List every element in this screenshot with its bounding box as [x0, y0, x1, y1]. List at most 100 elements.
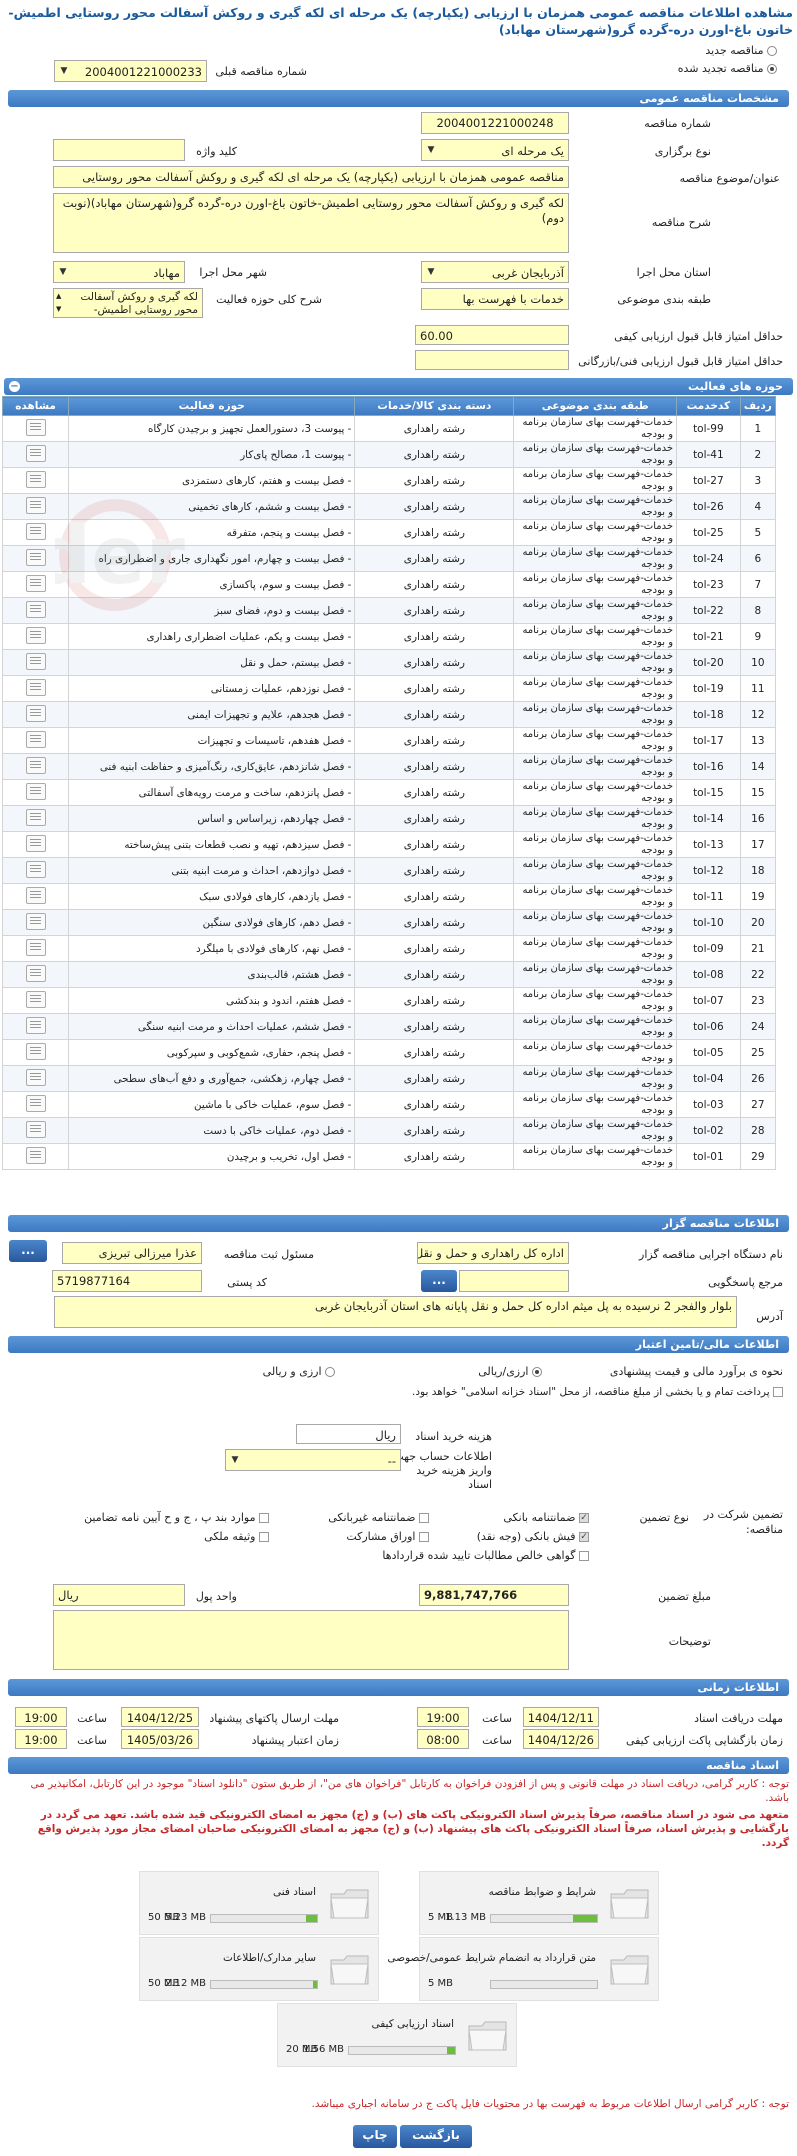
g6-check[interactable]: وثیقه ملکی	[204, 1530, 269, 1543]
view-document-icon[interactable]	[25, 730, 46, 748]
checkbox[interactable]	[259, 1532, 269, 1542]
province-select[interactable]: آذربایجان غربی ▼	[421, 261, 569, 283]
view-document-icon[interactable]	[25, 496, 46, 514]
row-view[interactable]	[1, 1039, 70, 1066]
row-view[interactable]	[1, 415, 70, 442]
print-button[interactable]: چاپ	[353, 2125, 397, 2148]
row-view[interactable]	[1, 545, 70, 572]
row-view[interactable]	[1, 961, 70, 988]
g1-check[interactable]: ضمانتنامه بانکی	[503, 1511, 589, 1524]
view-document-icon[interactable]	[25, 1068, 46, 1086]
view-document-icon[interactable]	[25, 1094, 46, 1112]
row-view[interactable]	[1, 571, 70, 598]
collapse-icon[interactable]: −	[9, 381, 20, 392]
view-document-icon[interactable]	[25, 1042, 46, 1060]
view-document-icon[interactable]	[25, 522, 46, 540]
view-document-icon[interactable]	[25, 886, 46, 904]
checkbox[interactable]	[579, 1551, 589, 1561]
upload-box[interactable]: شرایط و ضوابط مناقصه 1.13 MB 5 MB	[419, 1871, 659, 1935]
checkbox[interactable]	[579, 1513, 589, 1523]
checkbox[interactable]	[419, 1513, 429, 1523]
view-document-icon[interactable]	[25, 626, 46, 644]
view-document-icon[interactable]	[25, 990, 46, 1008]
account-select[interactable]: -- ▼	[225, 1449, 401, 1471]
view-document-icon[interactable]	[25, 860, 46, 878]
row-view[interactable]	[1, 753, 70, 780]
back-button[interactable]: بازگشت	[400, 2125, 472, 2148]
ref-more-button[interactable]: ...	[421, 1270, 457, 1292]
city-select[interactable]: مهاباد ▼	[53, 261, 185, 283]
view-document-icon[interactable]	[25, 756, 46, 774]
view-document-icon[interactable]	[25, 574, 46, 592]
view-document-icon[interactable]	[25, 678, 46, 696]
upload-box[interactable]: اسناد ارزیابی کیفی 1.56 MB 20 MB	[277, 2003, 517, 2067]
row-view[interactable]	[1, 883, 70, 910]
resp-more-button[interactable]: ...	[9, 1240, 47, 1262]
row-view[interactable]	[1, 519, 70, 546]
view-document-icon[interactable]	[25, 912, 46, 930]
view-document-icon[interactable]	[25, 834, 46, 852]
row-view[interactable]	[1, 623, 70, 650]
checkbox[interactable]	[419, 1532, 429, 1542]
scope-listbox[interactable]: لکه گیری و روکش آسفالت محور روستایی اطمی…	[53, 288, 203, 318]
row-view[interactable]	[1, 467, 70, 494]
scroll-up-icon[interactable]: ▲	[56, 290, 61, 303]
row-view[interactable]	[1, 727, 70, 754]
row-view[interactable]	[1, 1013, 70, 1040]
upload-box[interactable]: متن قرارداد به انضمام شرایط عمومی/خصوصی 5…	[387, 1937, 659, 2001]
view-document-icon[interactable]	[25, 548, 46, 566]
view-document-icon[interactable]	[25, 704, 46, 722]
view-document-icon[interactable]	[25, 808, 46, 826]
radio-circle[interactable]	[767, 64, 777, 74]
row-view[interactable]	[1, 909, 70, 936]
view-document-icon[interactable]	[25, 1016, 46, 1034]
checkbox[interactable]	[579, 1532, 589, 1542]
row-view[interactable]	[1, 1065, 70, 1092]
row-view[interactable]	[1, 1143, 70, 1170]
g2-check[interactable]: ضمانتنامه غیربانکی	[328, 1511, 429, 1524]
view-document-icon[interactable]	[25, 470, 46, 488]
radio-circle[interactable]	[325, 1367, 335, 1377]
view-document-icon[interactable]	[25, 444, 46, 462]
keyword-field[interactable]	[53, 139, 185, 161]
view-document-icon[interactable]	[25, 1120, 46, 1138]
view-document-icon[interactable]	[25, 1146, 46, 1164]
row-view[interactable]	[1, 987, 70, 1014]
row-view[interactable]	[1, 701, 70, 728]
row-view[interactable]	[1, 1091, 70, 1118]
row-view[interactable]	[1, 649, 70, 676]
row-view[interactable]	[1, 441, 70, 468]
scroll-down-icon[interactable]: ▼	[56, 303, 61, 316]
upload-box[interactable]: سایر مدارک/اطلاعات 2.12 MB 50 MB	[139, 1937, 379, 2001]
row-view[interactable]	[1, 857, 70, 884]
view-document-icon[interactable]	[25, 600, 46, 618]
row-view[interactable]	[1, 831, 70, 858]
view-document-icon[interactable]	[25, 652, 46, 670]
upload-box[interactable]: اسناد فنی 5.23 MB 50 MB	[139, 1871, 379, 1935]
row-view[interactable]	[1, 493, 70, 520]
doc-fee-field[interactable]: ریال	[296, 1424, 401, 1444]
prev-number-select[interactable]: 2004001221000233 ▼	[54, 60, 207, 82]
checkbox[interactable]	[259, 1513, 269, 1523]
radio-new-tender[interactable]: مناقصه جدید	[705, 44, 777, 57]
radio-circle[interactable]	[767, 46, 777, 56]
row-view[interactable]	[1, 779, 70, 806]
type-select[interactable]: یک مرحله ای ▼	[421, 139, 569, 161]
g4-check[interactable]: فیش بانکی (وجه نقد)	[477, 1530, 589, 1543]
g5-check[interactable]: اوراق مشارکت	[346, 1530, 429, 1543]
g7-check[interactable]: گواهی خالص مطالبات تایید شده قراردادها	[382, 1549, 589, 1562]
view-document-icon[interactable]	[25, 964, 46, 982]
row-view[interactable]	[1, 1117, 70, 1144]
estimate-opt1[interactable]: ارزی/ریالی	[478, 1365, 542, 1378]
row-view[interactable]	[1, 675, 70, 702]
view-document-icon[interactable]	[25, 938, 46, 956]
radio-circle[interactable]	[532, 1367, 542, 1377]
view-document-icon[interactable]	[25, 418, 46, 436]
view-document-icon[interactable]	[25, 782, 46, 800]
row-view[interactable]	[1, 597, 70, 624]
row-view[interactable]	[1, 805, 70, 832]
estimate-opt2[interactable]: ارزی و ریالی	[263, 1365, 335, 1378]
radio-renewed-tender[interactable]: مناقصه تجدید شده	[678, 62, 777, 75]
row-view[interactable]	[1, 935, 70, 962]
g3-check[interactable]: موارد بند پ ، ج و ح آیین نامه تضامین	[84, 1511, 269, 1524]
